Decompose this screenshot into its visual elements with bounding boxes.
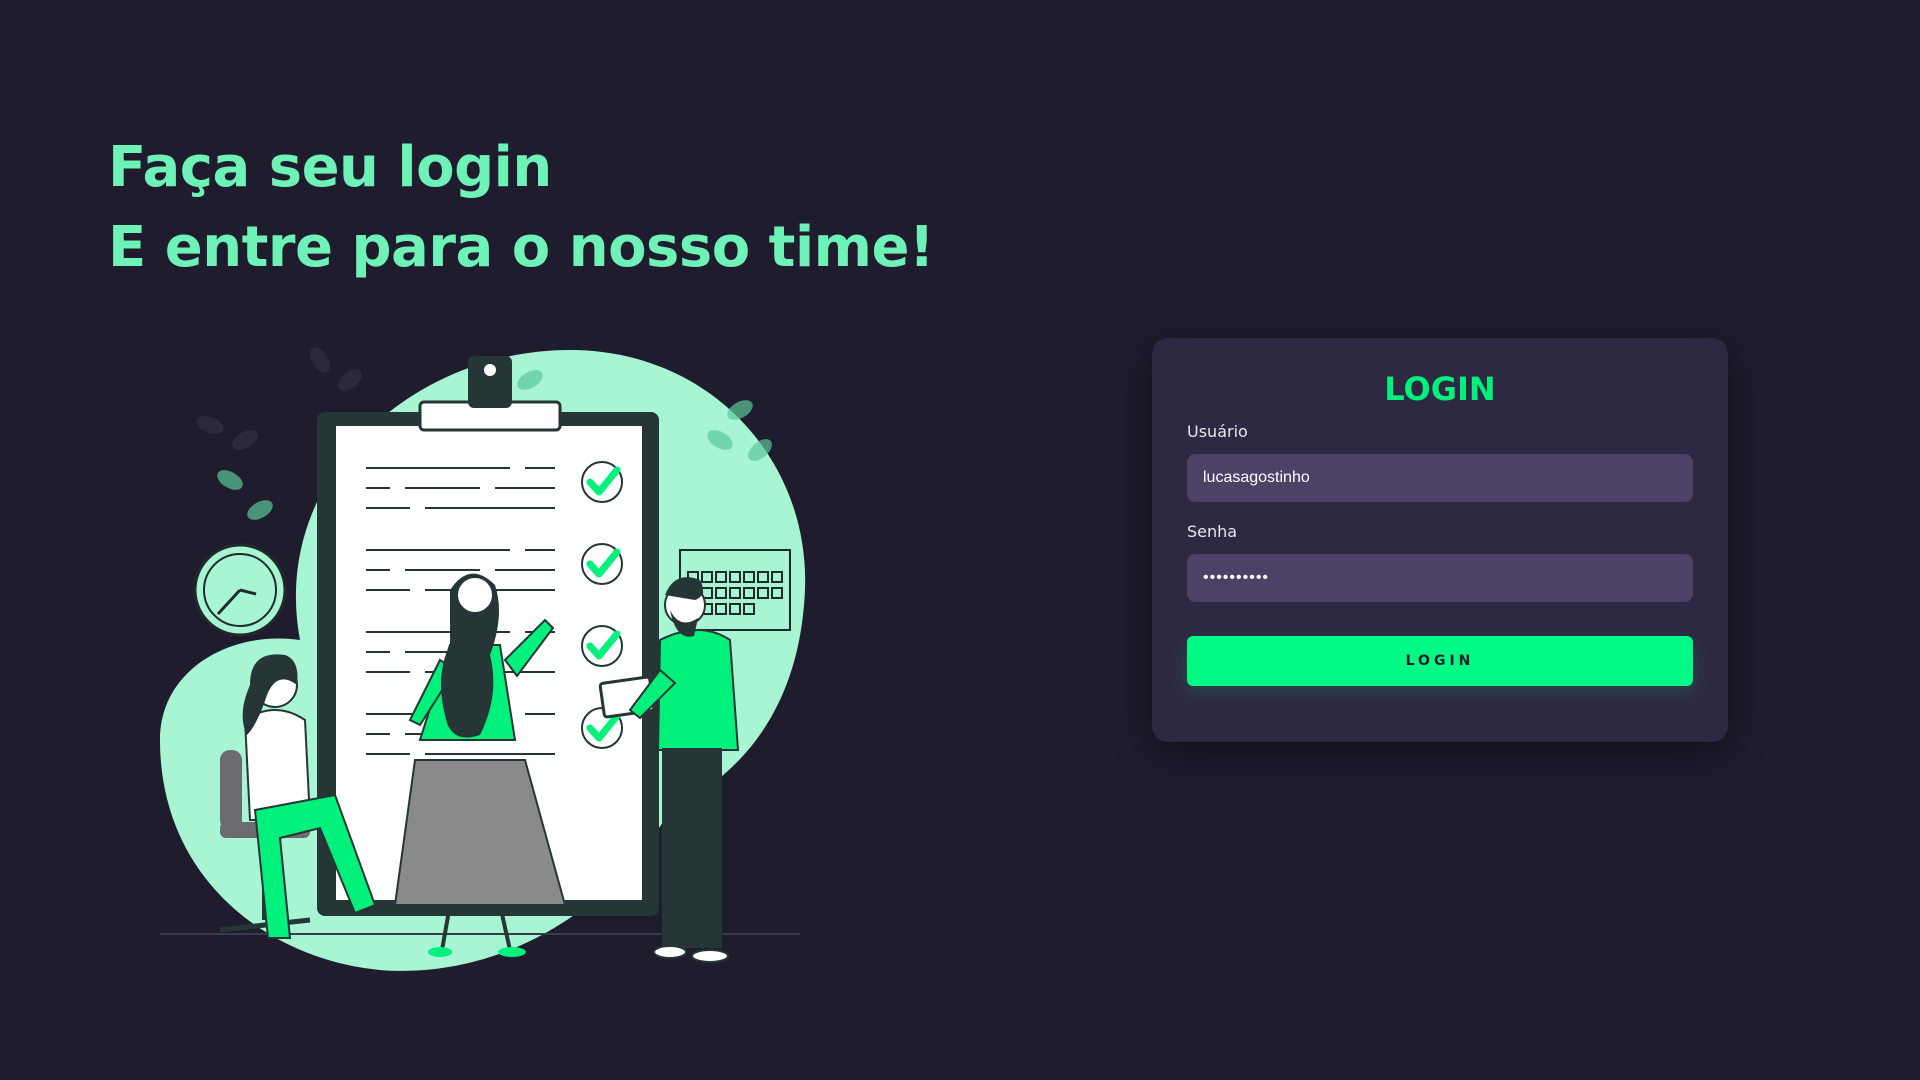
clock-icon (193, 543, 287, 637)
login-card: LOGIN Usuário Senha LOGIN (1152, 338, 1728, 742)
username-input[interactable] (1187, 454, 1693, 502)
hero-line-1: Faça seu login (108, 135, 552, 200)
login-button[interactable]: LOGIN (1187, 636, 1693, 686)
hero-heading: Faça seu login E entre para o nosso time… (108, 128, 935, 288)
login-page: Faça seu login E entre para o nosso time… (0, 0, 1920, 1080)
login-title: LOGIN (1384, 370, 1496, 408)
team-checklist-illustration (160, 347, 806, 971)
password-input[interactable] (1187, 554, 1693, 602)
hero-line-2: E entre para o nosso time! (108, 215, 935, 280)
username-label: Usuário (1187, 422, 1248, 441)
password-label: Senha (1187, 522, 1238, 541)
